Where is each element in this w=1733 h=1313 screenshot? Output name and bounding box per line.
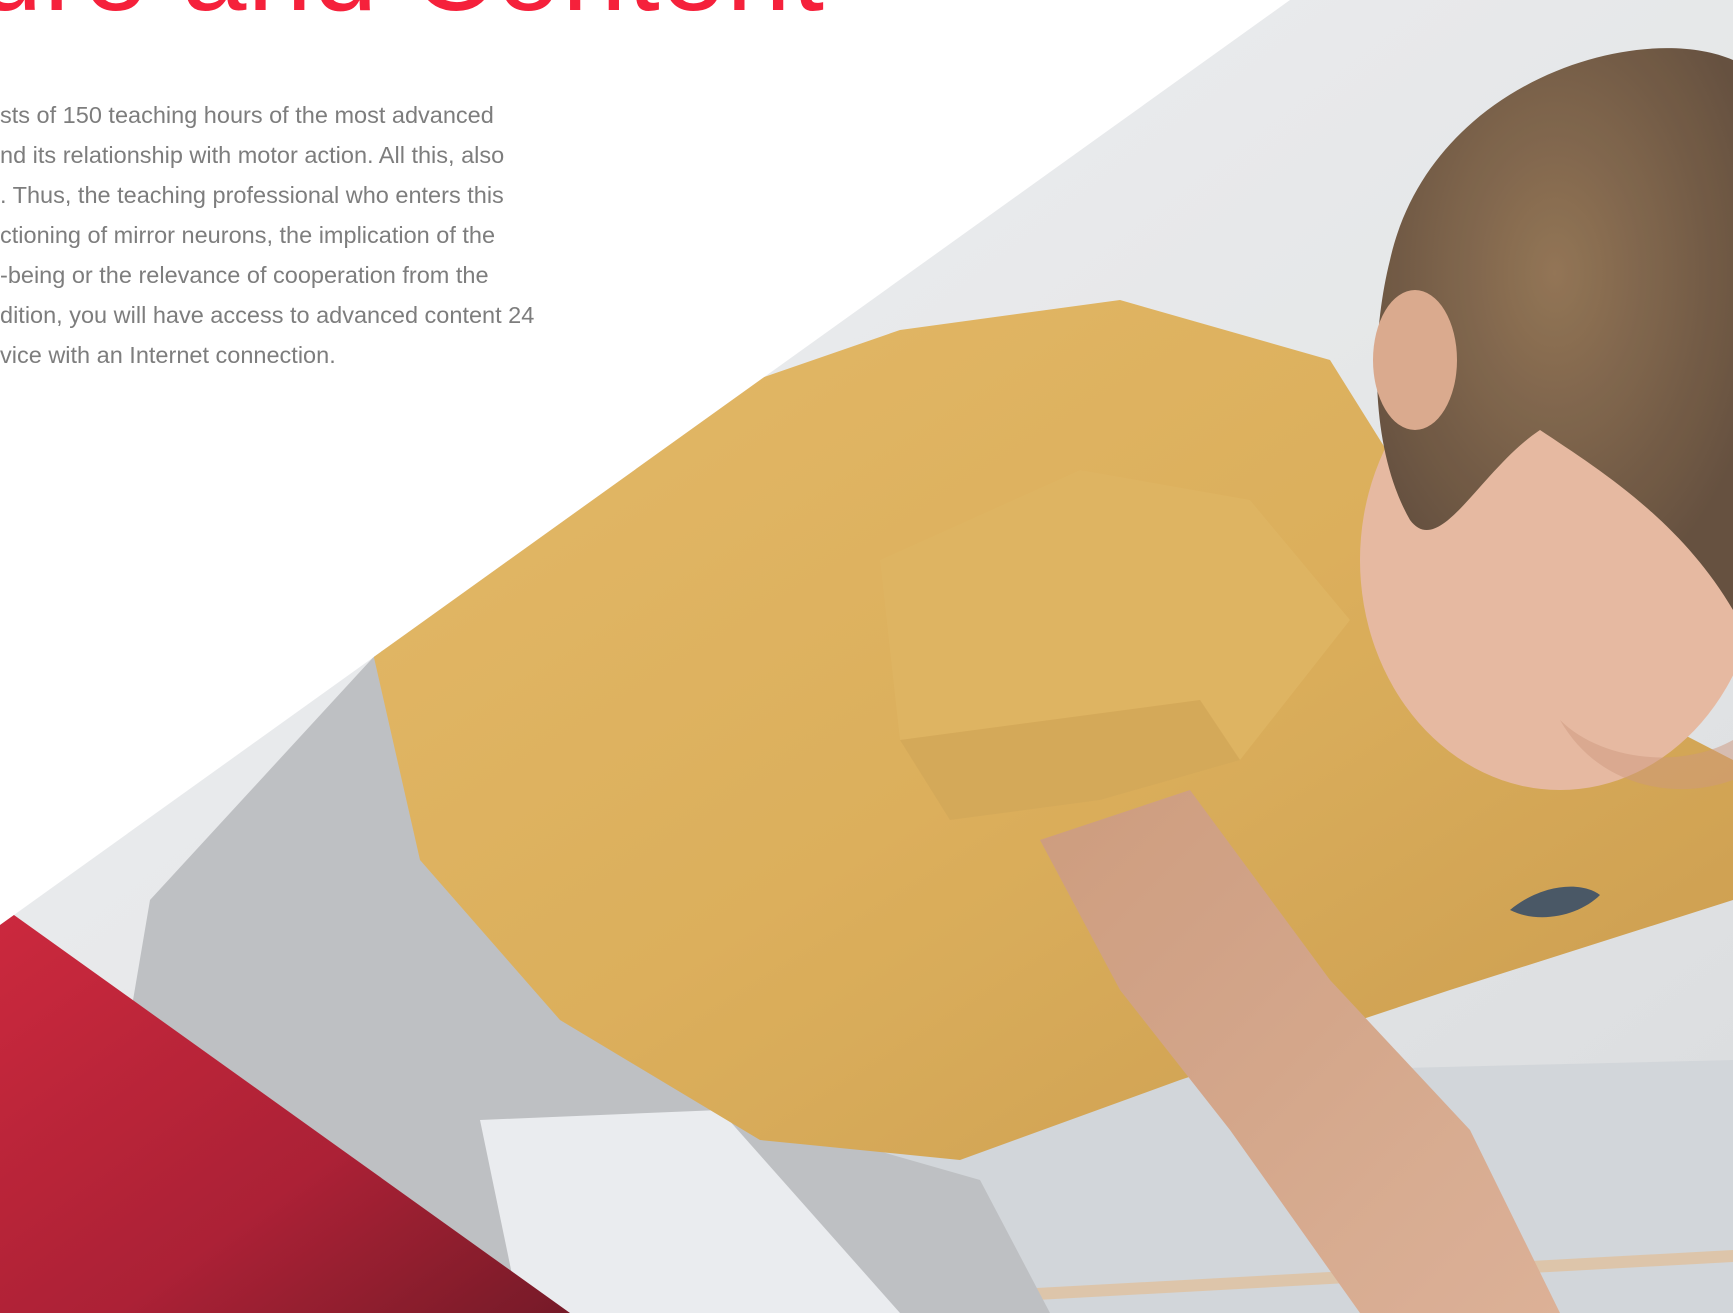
description-line: vice with an Internet connection. [0,342,336,368]
description-line: nd its relationship with motor action. A… [0,142,505,168]
description-line: . Thus, the teaching professional who en… [0,182,504,208]
course-structure-section: ure and Content sts of 150 teaching hour… [0,0,1733,1313]
section-description: sts of 150 teaching hours of the most ad… [0,95,560,375]
description-line: sts of 150 teaching hours of the most ad… [0,102,494,128]
description-line: -being or the relevance of cooperation f… [0,262,489,288]
description-line: ctioning of mirror neurons, the implicat… [0,222,496,248]
description-line: dition, you will have access to advanced… [0,302,535,328]
section-title: ure and Content [0,0,825,28]
